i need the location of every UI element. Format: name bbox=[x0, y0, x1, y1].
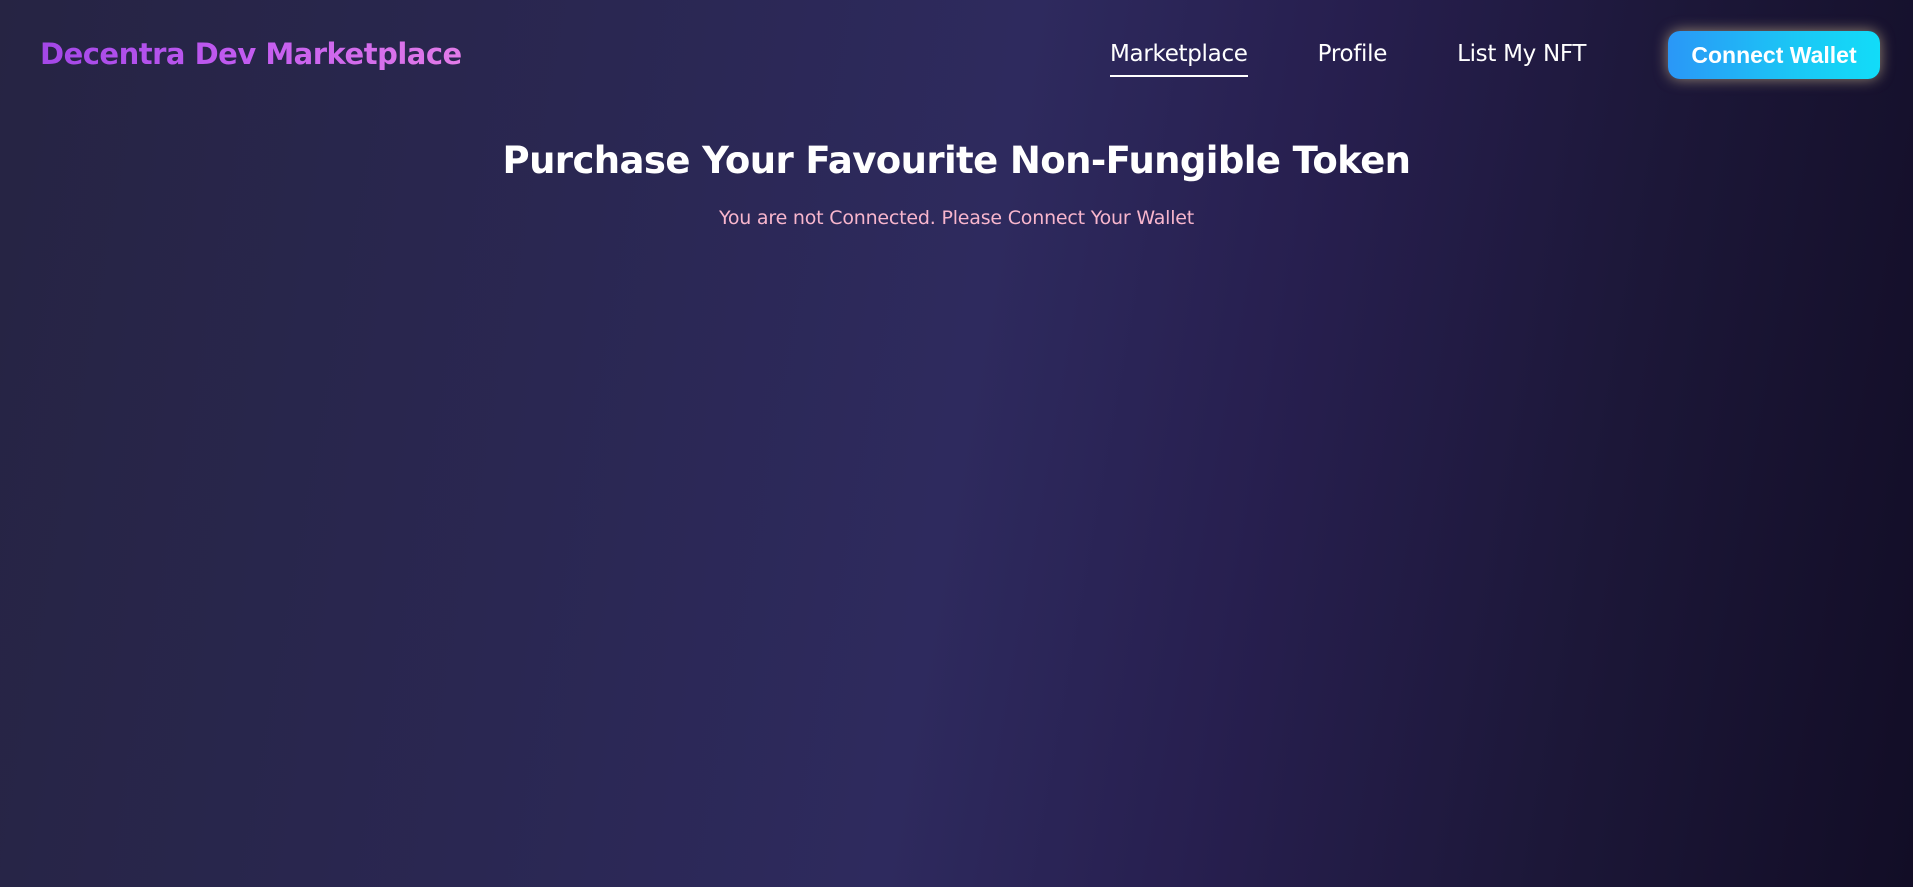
navbar: Decentra Dev Marketplace Marketplace Pro… bbox=[0, 0, 1913, 110]
connect-wallet-button[interactable]: Connect Wallet bbox=[1668, 31, 1880, 79]
page: { "header": { "brand": "Decentra Dev Mar… bbox=[0, 0, 1913, 887]
main-content: Purchase Your Favourite Non-Fungible Tok… bbox=[0, 130, 1913, 230]
nav-link-marketplace[interactable]: Marketplace bbox=[1110, 38, 1248, 77]
nav-link-list-my-nft[interactable]: List My NFT bbox=[1457, 38, 1586, 77]
nav-link-profile[interactable]: Profile bbox=[1318, 38, 1388, 77]
brand-logo-text[interactable]: Decentra Dev Marketplace bbox=[40, 36, 462, 72]
page-title: Purchase Your Favourite Non-Fungible Tok… bbox=[502, 139, 1411, 182]
main-nav: Marketplace Profile List My NFT bbox=[1110, 38, 1586, 78]
wallet-status-message: You are not Connected. Please Connect Yo… bbox=[718, 207, 1195, 229]
